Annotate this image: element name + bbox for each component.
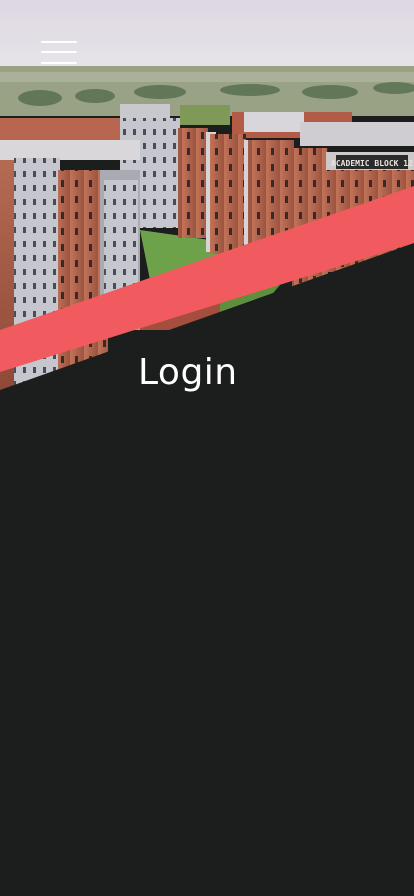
login-screen: ACADEMIC BLOCK 12 Login [0,0,414,896]
menu-bar-line [41,62,77,64]
page-title: Login [138,352,238,393]
building-sign-text: ACADEMIC BLOCK 12 [331,159,413,168]
hamburger-menu-icon[interactable] [38,36,82,70]
menu-bar-line [41,41,77,43]
menu-bar-line [41,51,77,53]
